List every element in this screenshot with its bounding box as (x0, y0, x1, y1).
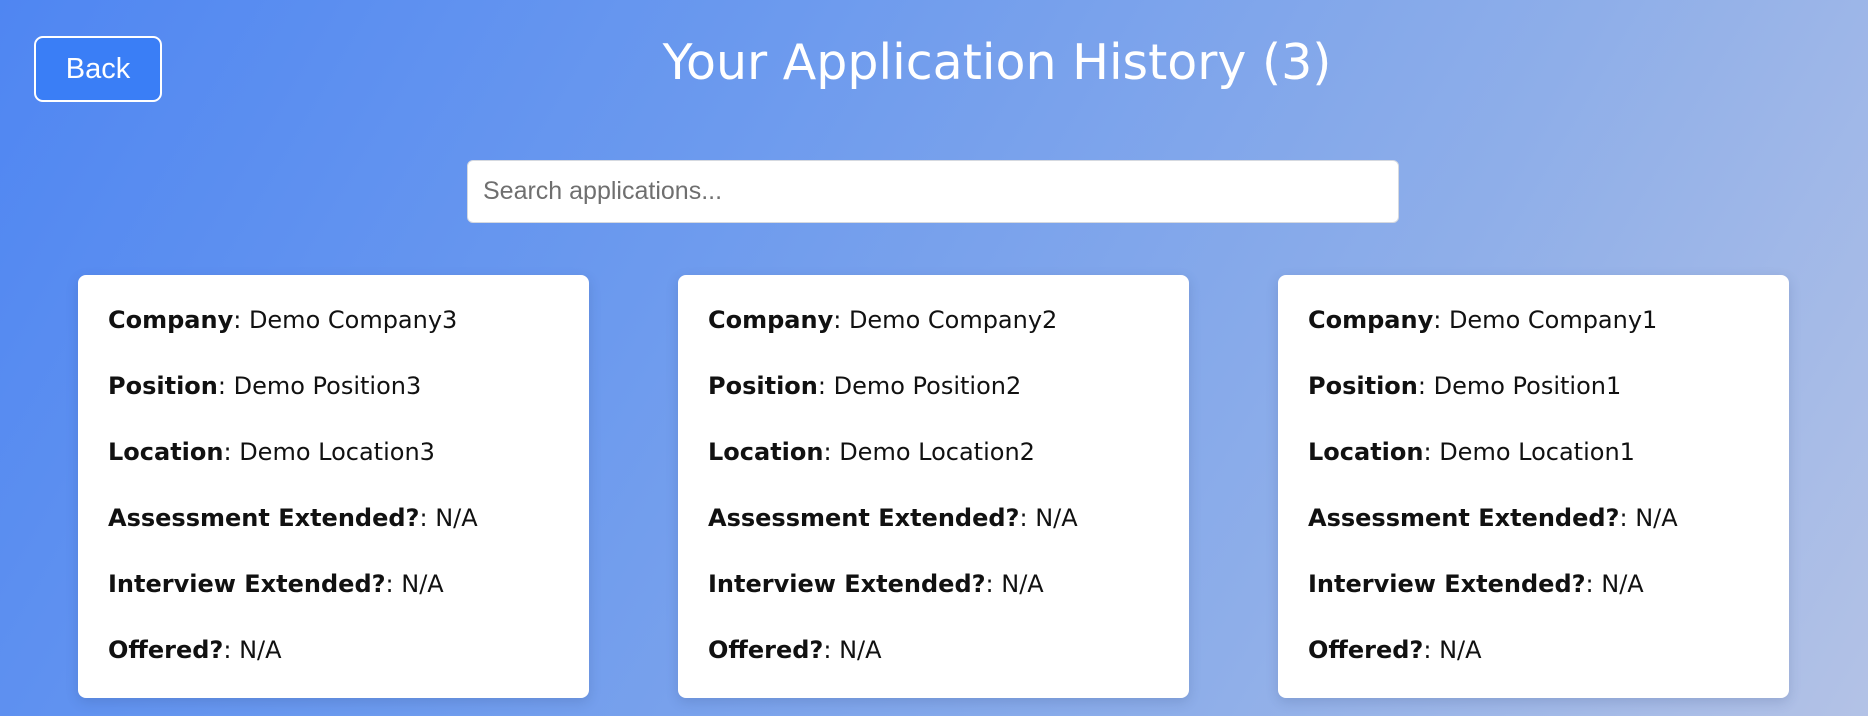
position-label: Position (1308, 372, 1418, 400)
location-field: Location: Demo Location3 (108, 438, 435, 466)
company-field: Company: Demo Company2 (708, 306, 1058, 334)
interview-label: Interview Extended? (708, 570, 986, 598)
interview-field: Interview Extended?: N/A (108, 570, 444, 598)
application-card: Company: Demo Company2 Position: Demo Po… (678, 275, 1189, 698)
offered-value: N/A (239, 636, 282, 664)
assessment-value: N/A (1035, 504, 1078, 532)
location-label: Location (708, 438, 824, 466)
assessment-field: Assessment Extended?: N/A (1308, 504, 1678, 532)
location-label: Location (1308, 438, 1424, 466)
location-label: Location (108, 438, 224, 466)
offered-value: N/A (839, 636, 882, 664)
position-field: Position: Demo Position2 (708, 372, 1022, 400)
assessment-value: N/A (1635, 504, 1678, 532)
interview-field: Interview Extended?: N/A (1308, 570, 1644, 598)
company-value: Demo Company2 (848, 306, 1058, 334)
assessment-field: Assessment Extended?: N/A (108, 504, 478, 532)
search-input[interactable] (467, 160, 1399, 223)
company-value: Demo Company1 (1448, 306, 1658, 334)
interview-value: N/A (1001, 570, 1044, 598)
company-label: Company (708, 306, 834, 334)
position-value: Demo Position3 (233, 372, 422, 400)
offered-value: N/A (1439, 636, 1482, 664)
offered-field: Offered?: N/A (708, 636, 882, 664)
location-field: Location: Demo Location1 (1308, 438, 1635, 466)
offered-field: Offered?: N/A (1308, 636, 1482, 664)
offered-label: Offered? (108, 636, 224, 664)
location-value: Demo Location3 (239, 438, 435, 466)
company-value: Demo Company3 (248, 306, 458, 334)
position-label: Position (708, 372, 818, 400)
company-field: Company: Demo Company3 (108, 306, 458, 334)
location-field: Location: Demo Location2 (708, 438, 1035, 466)
interview-label: Interview Extended? (1308, 570, 1586, 598)
offered-label: Offered? (708, 636, 824, 664)
company-field: Company: Demo Company1 (1308, 306, 1658, 334)
offered-field: Offered?: N/A (108, 636, 282, 664)
position-field: Position: Demo Position3 (108, 372, 422, 400)
assessment-label: Assessment Extended? (708, 504, 1020, 532)
position-value: Demo Position1 (1433, 372, 1622, 400)
application-card: Company: Demo Company3 Position: Demo Po… (78, 275, 589, 698)
company-label: Company (108, 306, 234, 334)
company-label: Company (1308, 306, 1434, 334)
position-field: Position: Demo Position1 (1308, 372, 1622, 400)
position-label: Position (108, 372, 218, 400)
location-value: Demo Location2 (839, 438, 1035, 466)
application-card: Company: Demo Company1 Position: Demo Po… (1278, 275, 1789, 698)
interview-value: N/A (1601, 570, 1644, 598)
assessment-field: Assessment Extended?: N/A (708, 504, 1078, 532)
interview-value: N/A (401, 570, 444, 598)
position-value: Demo Position2 (833, 372, 1022, 400)
interview-label: Interview Extended? (108, 570, 386, 598)
interview-field: Interview Extended?: N/A (708, 570, 1044, 598)
page-title: Your Application History (3) (662, 34, 1332, 91)
assessment-label: Assessment Extended? (108, 504, 420, 532)
offered-label: Offered? (1308, 636, 1424, 664)
assessment-value: N/A (435, 504, 478, 532)
assessment-label: Assessment Extended? (1308, 504, 1620, 532)
location-value: Demo Location1 (1439, 438, 1635, 466)
